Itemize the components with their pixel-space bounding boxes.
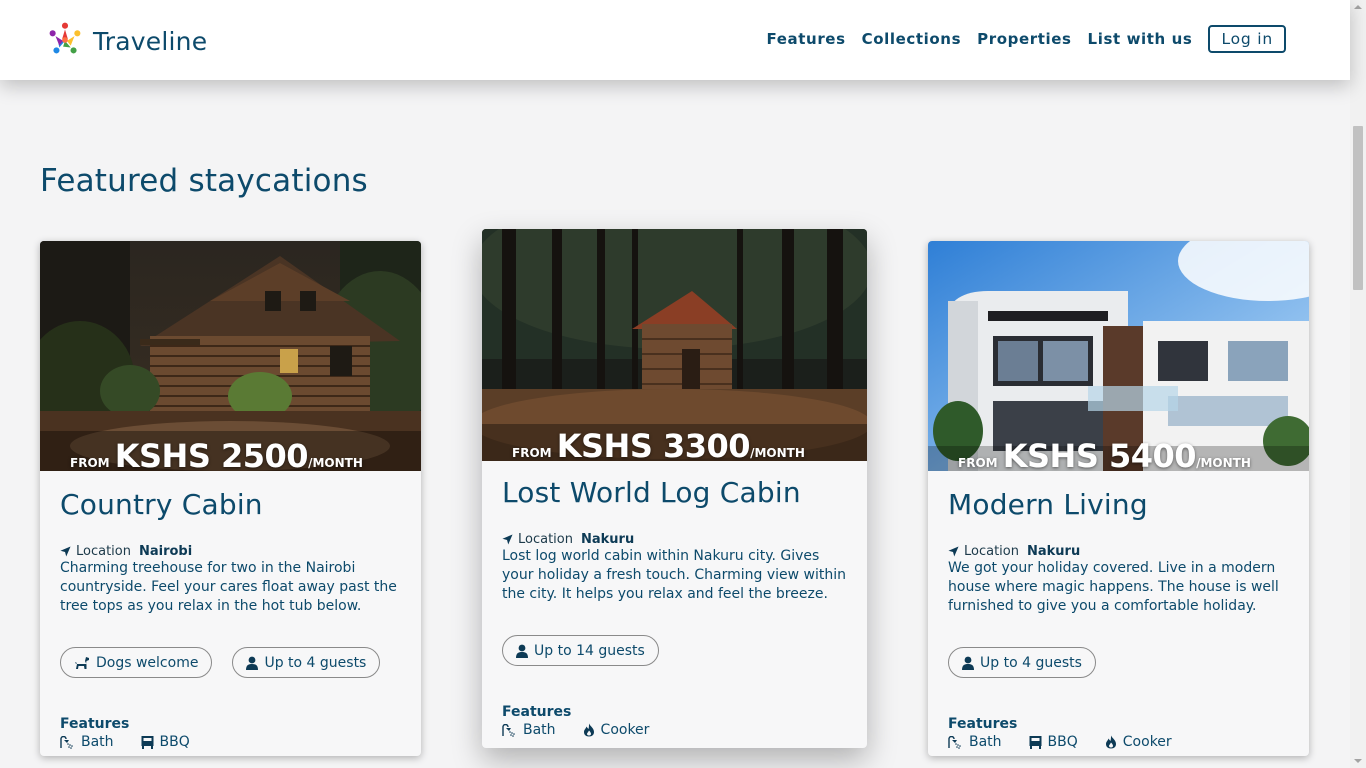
feature-cooker: Cooker (583, 722, 650, 738)
user-icon (962, 656, 974, 670)
location-arrow-icon (502, 534, 513, 545)
feature-label: Cooker (600, 722, 650, 738)
feature-cooker: Cooker (1105, 734, 1172, 750)
tag-label: Up to 4 guests (264, 654, 367, 671)
feature-bbq: BBQ (141, 734, 190, 750)
price-from-label: FROM (958, 456, 998, 470)
price-amount: KSHS 2500 (114, 437, 309, 471)
location-arrow-icon (60, 546, 71, 557)
tag-label: Up to 4 guests (980, 654, 1082, 671)
feature-bath: Bath (60, 734, 114, 750)
feature-bath: Bath (948, 734, 1002, 750)
price-tag: FROM KSHS 2500/MONTH (70, 437, 363, 471)
features-title: Features (502, 704, 572, 720)
price-amount: KSHS 5400 (1002, 437, 1197, 471)
top-navbar: Traveline Features Collections Propertie… (0, 0, 1350, 80)
price-tag: FROM KSHS 5400/MONTH (958, 437, 1251, 471)
nav-properties[interactable]: Properties (977, 30, 1071, 48)
location-city: Nakuru (580, 532, 635, 547)
location-city: Nairobi (138, 544, 193, 559)
property-image: FROM KSHS 5400/MONTH (928, 241, 1309, 471)
nav-collections[interactable]: Collections (862, 30, 962, 48)
features-title: Features (948, 716, 1018, 732)
card-title[interactable]: Country Cabin (60, 488, 401, 521)
feature-label: BBQ (159, 734, 190, 750)
price-from-label: FROM (512, 446, 552, 460)
price-from-label: FROM (70, 456, 110, 470)
features-list: Bath Cooker (502, 722, 847, 738)
feature-label: Bath (81, 734, 114, 750)
location-city: Nakuru (1026, 544, 1081, 559)
card-description: Charming treehouse for two in the Nairob… (60, 560, 397, 614)
flame-icon (583, 723, 594, 737)
card-description: We got your holiday covered. Live in a m… (948, 560, 1279, 614)
section-title: Featured staycations (40, 163, 368, 199)
feature-label: BBQ (1047, 734, 1078, 750)
location-row: Location Nakuru (502, 532, 847, 547)
price-unit: /MONTH (308, 456, 363, 470)
shower-icon (60, 735, 73, 749)
card-title[interactable]: Lost World Log Cabin (502, 476, 847, 509)
nav-list-with-us[interactable]: List with us (1088, 30, 1193, 48)
location-row: Location Nakuru (948, 544, 1289, 559)
property-card-country-cabin[interactable]: FROM KSHS 2500/MONTH Country Cabin Locat… (40, 241, 421, 756)
tag-guests[interactable]: Up to 4 guests (948, 647, 1096, 678)
scroll-down-arrow-icon[interactable] (1354, 759, 1362, 763)
features-list: Bath BBQ (60, 734, 401, 750)
price-amount: KSHS 3300 (556, 427, 751, 461)
feature-bbq: BBQ (1029, 734, 1078, 750)
tag-list: Up to 4 guests (948, 647, 1289, 678)
user-icon (246, 656, 259, 670)
user-icon (516, 644, 528, 658)
property-card-lost-world-log-cabin[interactable]: FROM KSHS 3300/MONTH Lost World Log Cabi… (482, 229, 867, 748)
login-button[interactable]: Log in (1208, 25, 1286, 53)
scroll-up-arrow-icon[interactable] (1354, 5, 1362, 9)
tag-dogs-welcome[interactable]: Dogs welcome (60, 647, 213, 678)
property-card-modern-living[interactable]: FROM KSHS 5400/MONTH Modern Living Locat… (928, 241, 1309, 756)
tag-list: Up to 14 guests (502, 635, 847, 666)
price-unit: /MONTH (1196, 456, 1251, 470)
tag-label: Dogs welcome (96, 654, 199, 671)
brand[interactable]: Traveline (46, 20, 207, 62)
scrollbar-thumb[interactable] (1353, 126, 1363, 290)
nav-features[interactable]: Features (767, 30, 846, 48)
brand-name: Traveline (93, 26, 208, 56)
location-label: Location (964, 544, 1019, 559)
flame-icon (1105, 735, 1116, 749)
bbq-icon (141, 736, 154, 749)
tag-list: Dogs welcome Up to 4 guests (60, 647, 401, 678)
features-title: Features (60, 716, 130, 732)
main-nav: Features Collections Properties List wit… (751, 25, 1286, 53)
feature-bath: Bath (502, 722, 556, 738)
tag-guests[interactable]: Up to 14 guests (502, 635, 659, 666)
page-scrollbar[interactable] (1350, 0, 1366, 768)
card-description: Lost log world cabin within Nakuru city.… (502, 548, 847, 602)
feature-label: Bath (523, 722, 556, 738)
location-arrow-icon (948, 546, 959, 557)
tag-guests[interactable]: Up to 4 guests (232, 647, 381, 678)
location-label: Location (76, 544, 131, 559)
bbq-icon (1029, 736, 1042, 749)
tag-label: Up to 14 guests (534, 642, 645, 659)
shower-icon (948, 735, 961, 749)
feature-label: Bath (969, 734, 1002, 750)
location-label: Location (518, 532, 573, 547)
shower-icon (502, 723, 515, 737)
dog-icon (75, 656, 89, 669)
location-row: Location Nairobi (60, 544, 401, 559)
logo-icon (46, 20, 84, 62)
property-image: FROM KSHS 2500/MONTH (40, 241, 421, 471)
price-unit: /MONTH (750, 446, 805, 460)
property-image: FROM KSHS 3300/MONTH (482, 229, 867, 461)
card-title[interactable]: Modern Living (948, 488, 1289, 521)
features-list: Bath BBQ Cooker (948, 734, 1289, 750)
price-tag: FROM KSHS 3300/MONTH (512, 427, 805, 461)
feature-label: Cooker (1122, 734, 1172, 750)
